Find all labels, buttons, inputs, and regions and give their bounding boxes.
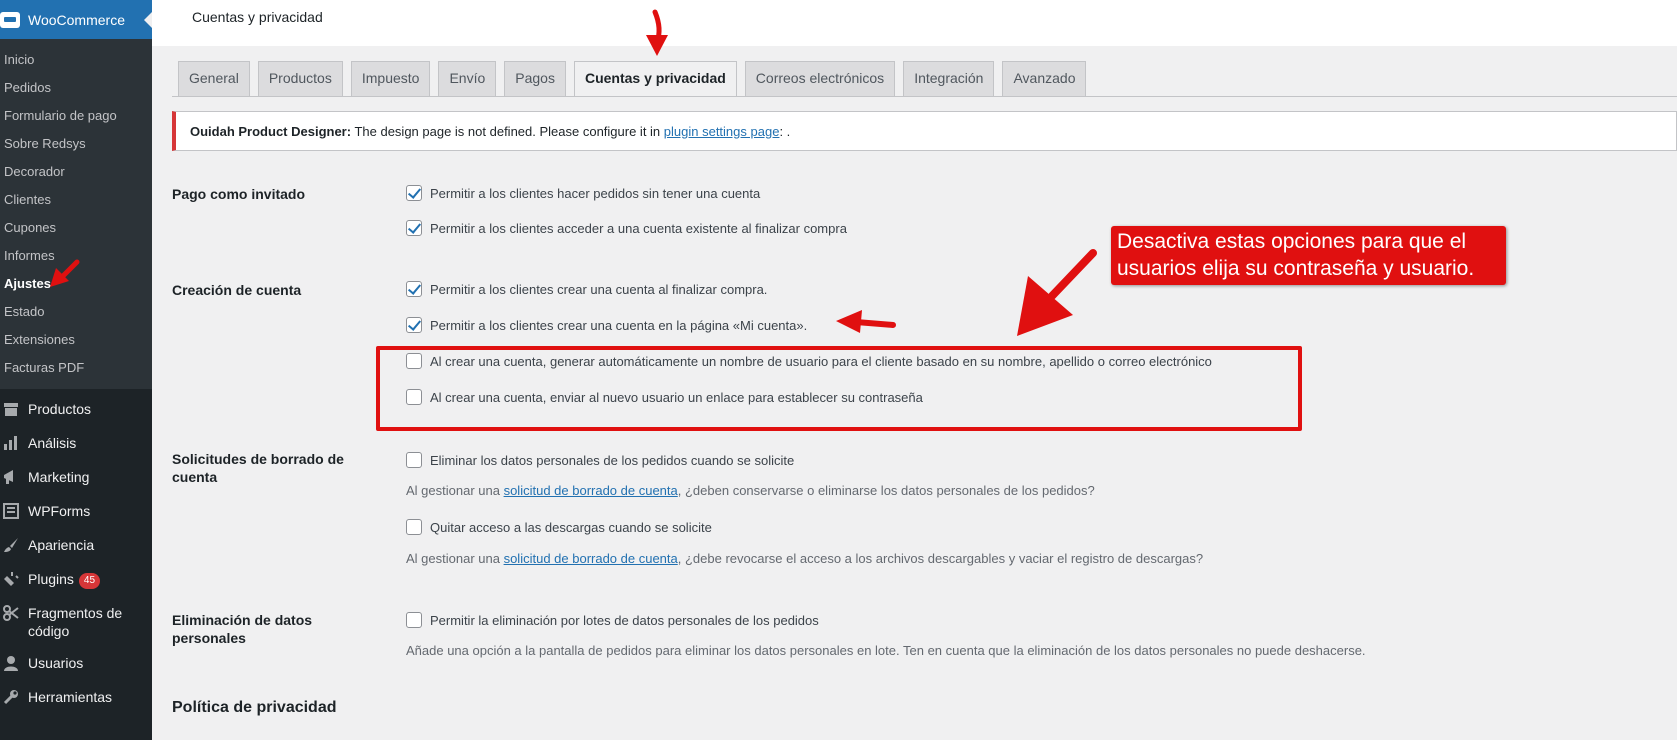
notice-text: The design page is not defined. Please c… — [351, 123, 664, 139]
login-at-checkout-checkbox[interactable] — [406, 220, 422, 236]
erasure-remove-order-data-option[interactable]: Eliminar los datos personales de los ped… — [406, 452, 794, 468]
woocommerce-logo-icon — [0, 11, 20, 28]
privacy-policy-heading: Política de privacidad — [172, 699, 337, 716]
tab-impuesto[interactable]: Impuesto — [350, 61, 431, 96]
megaphone-icon — [2, 468, 20, 486]
guest-checkout-option[interactable]: Permitir a los clientes hacer pedidos si… — [406, 185, 760, 201]
settings-tabs: General Productos Impuesto Envío Pagos C… — [178, 61, 1094, 97]
plugin-settings-link[interactable]: plugin settings page — [664, 124, 780, 139]
submenu-item-cupones[interactable]: Cupones — [0, 214, 152, 242]
menu-item-plugins[interactable]: Plugins 45 — [0, 563, 152, 597]
annotation-highlight-box — [376, 346, 1302, 431]
erasure-requests-label: Solicitudes de borrado de cuenta — [172, 451, 344, 485]
menu-item-analisis[interactable]: Análisis — [0, 427, 152, 461]
tab-correos-electronicos[interactable]: Correos electrónicos — [744, 61, 896, 96]
menu-item-plugins-label: Plugins — [28, 571, 74, 587]
scissors-icon — [2, 604, 20, 622]
erasure-remove-order-data-checkbox[interactable] — [406, 452, 422, 468]
tab-integracion[interactable]: Integración — [903, 61, 995, 96]
erasure-remove-downloads-checkbox[interactable] — [406, 519, 422, 535]
bulk-removal-option-label: Permitir la eliminación por lotes de dat… — [430, 612, 819, 628]
erasure-downloads-description: Al gestionar una solicitud de borrado de… — [406, 551, 1204, 566]
page-header-bar: Cuentas y privacidad — [152, 0, 1677, 46]
woocommerce-menu-header[interactable]: WooCommerce — [0, 0, 152, 39]
submenu-item-ajustes[interactable]: Ajustes — [0, 270, 152, 298]
erasure-request-link-1[interactable]: solicitud de borrado de cuenta — [504, 483, 678, 498]
signup-at-checkout-option-label: Permitir a los clientes crear una cuenta… — [430, 281, 768, 297]
woocommerce-submenu: Inicio Pedidos Formulario de pago Sobre … — [0, 39, 152, 389]
tab-general[interactable]: General — [178, 61, 250, 96]
menu-item-apariencia[interactable]: Apariencia — [0, 529, 152, 563]
signup-my-account-option-label: Permitir a los clientes crear una cuenta… — [430, 317, 808, 333]
submenu-item-extensiones[interactable]: Extensiones — [0, 326, 152, 354]
tab-productos[interactable]: Productos — [257, 61, 343, 96]
login-at-checkout-option-label: Permitir a los clientes acceder a una cu… — [430, 220, 847, 236]
tab-pagos[interactable]: Pagos — [504, 61, 566, 96]
current-menu-caret-icon — [144, 12, 152, 28]
guest-checkout-label: Pago como invitado — [172, 186, 306, 202]
submenu-item-estado[interactable]: Estado — [0, 298, 152, 326]
guest-checkout-checkbox[interactable] — [406, 185, 422, 201]
admin-sidebar: WooCommerce Inicio Pedidos Formulario de… — [0, 0, 152, 740]
tabs-divider — [172, 96, 1677, 97]
submenu-item-clientes[interactable]: Clientes — [0, 186, 152, 214]
tab-cuentas-y-privacidad[interactable]: Cuentas y privacidad — [573, 61, 737, 97]
annotation-callout: Desactiva estas opciones para que el usu… — [1111, 226, 1506, 285]
notice-plugin-name: Ouidah Product Designer: — [190, 123, 352, 139]
woocommerce-menu-label: WooCommerce — [28, 11, 125, 28]
login-at-checkout-option[interactable]: Permitir a los clientes acceder a una cu… — [406, 220, 847, 236]
plug-icon — [2, 570, 20, 588]
submenu-item-informes[interactable]: Informes — [0, 242, 152, 270]
menu-item-fragmentos[interactable]: Fragmentos de código — [0, 597, 152, 647]
menu-item-wpforms[interactable]: WPForms — [0, 495, 152, 529]
submenu-item-formulario-de-pago[interactable]: Formulario de pago — [0, 102, 152, 130]
form-icon — [2, 502, 20, 520]
page-title: Cuentas y privacidad — [192, 9, 323, 25]
account-creation-label: Creación de cuenta — [172, 282, 302, 298]
erasure-remove-downloads-option[interactable]: Quitar acceso a las descargas cuando se … — [406, 519, 712, 535]
submenu-item-decorador[interactable]: Decorador — [0, 158, 152, 186]
menu-item-marketing[interactable]: Marketing — [0, 461, 152, 495]
personal-data-removal-label: Eliminación de datos personales — [172, 612, 313, 646]
menu-item-usuarios[interactable]: Usuarios — [0, 647, 152, 681]
mi-cuenta-arrow-icon — [836, 310, 896, 333]
submenu-item-sobre-redsys[interactable]: Sobre Redsys — [0, 130, 152, 158]
tab-envio[interactable]: Envío — [438, 61, 497, 96]
menu-item-herramientas[interactable]: Herramientas — [0, 681, 152, 715]
signup-my-account-option[interactable]: Permitir a los clientes crear una cuenta… — [406, 317, 807, 333]
submenu-item-inicio[interactable]: Inicio — [0, 46, 152, 74]
erasure-order-data-description: Al gestionar una solicitud de borrado de… — [406, 483, 1095, 498]
signup-at-checkout-checkbox[interactable] — [406, 281, 422, 297]
wrench-icon — [2, 688, 20, 706]
tab-avanzado[interactable]: Avanzado — [1002, 61, 1087, 96]
archive-icon — [2, 400, 20, 418]
menu-item-productos[interactable]: Productos — [0, 393, 152, 427]
signup-at-checkout-option[interactable]: Permitir a los clientes crear una cuenta… — [406, 281, 767, 297]
admin-menu: Productos Análisis Marketing WPForms Apa… — [0, 389, 152, 715]
bar-chart-icon — [2, 434, 20, 452]
bulk-removal-checkbox[interactable] — [406, 612, 422, 628]
bulk-removal-option[interactable]: Permitir la eliminación por lotes de dat… — [406, 612, 819, 628]
notice-tail: : . — [779, 123, 791, 139]
callout-arrow-icon — [1017, 249, 1097, 336]
signup-my-account-checkbox[interactable] — [406, 317, 422, 333]
erasure-remove-downloads-option-label: Quitar acceso a las descargas cuando se … — [430, 519, 712, 535]
erasure-remove-order-data-option-label: Eliminar los datos personales de los ped… — [430, 452, 795, 468]
bulk-removal-description: Añade una opción a la pantalla de pedido… — [406, 643, 1366, 658]
user-icon — [2, 654, 20, 672]
erasure-request-link-2[interactable]: solicitud de borrado de cuenta — [504, 551, 678, 566]
submenu-item-pedidos[interactable]: Pedidos — [0, 74, 152, 102]
plugin-error-notice: Ouidah Product Designer: The design page… — [172, 111, 1677, 151]
submenu-item-facturas-pdf[interactable]: Facturas PDF — [0, 354, 152, 382]
paintbrush-icon — [2, 536, 20, 554]
guest-checkout-option-label: Permitir a los clientes hacer pedidos si… — [430, 185, 761, 201]
plugins-update-count-badge: 45 — [78, 573, 101, 589]
